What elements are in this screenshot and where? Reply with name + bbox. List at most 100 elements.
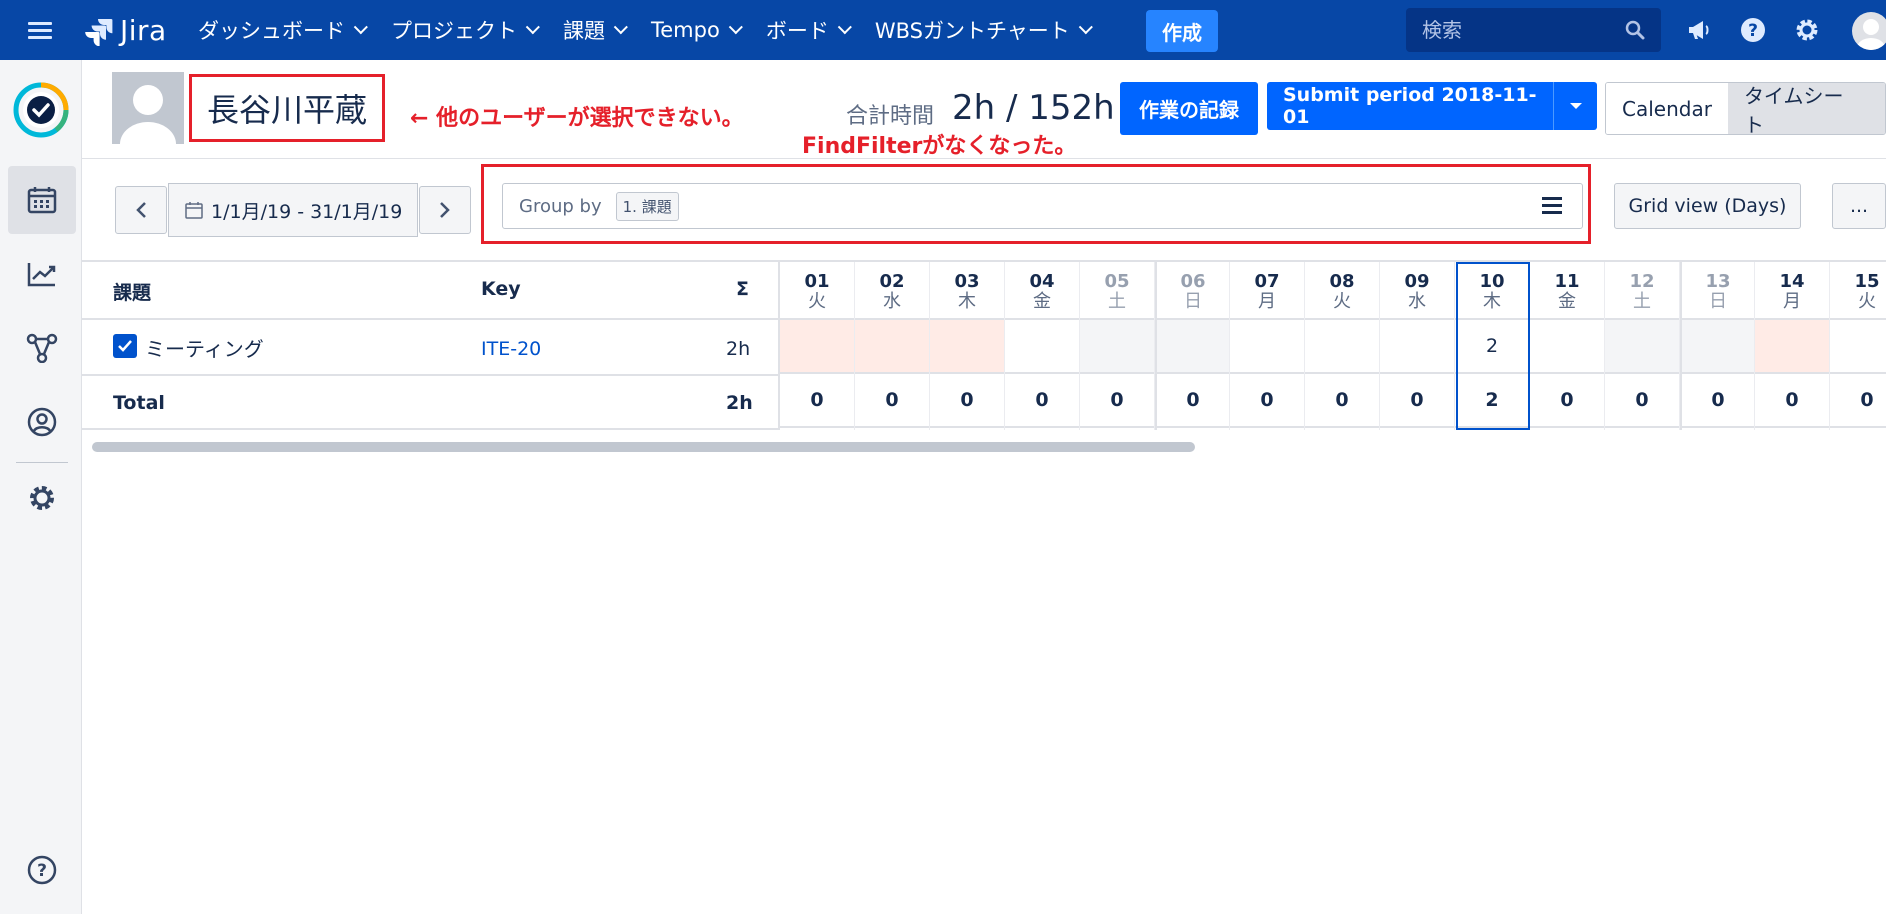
sidebar-item-timesheet[interactable] [8, 166, 76, 234]
create-button[interactable]: 作成 [1146, 10, 1218, 52]
help-icon[interactable]: ? [1739, 16, 1767, 44]
day-total: 0 [1305, 374, 1379, 428]
user-circle-icon [27, 407, 57, 437]
svg-text:?: ? [37, 861, 47, 881]
worklog-cell[interactable] [1230, 320, 1304, 374]
worklog-cell[interactable] [1830, 320, 1886, 374]
chevron-down-icon [613, 20, 628, 35]
worklog-cell[interactable] [1605, 320, 1679, 374]
megaphone-icon[interactable] [1685, 16, 1713, 44]
day-total: 0 [1380, 374, 1454, 428]
grid-view-button[interactable]: Grid view (Days) [1614, 183, 1801, 229]
row-divider [82, 318, 780, 320]
worklog-cell[interactable] [855, 320, 929, 374]
submit-dropdown-toggle[interactable] [1553, 82, 1597, 130]
day-weekday: 火 [1333, 291, 1351, 312]
worklog-cell[interactable] [1157, 320, 1229, 374]
worklog-cell[interactable] [1080, 320, 1154, 374]
day-weekday: 月 [1783, 291, 1801, 312]
settings-gear-icon[interactable] [1793, 16, 1821, 44]
menu-lines-icon[interactable] [1542, 197, 1562, 215]
day-weekday: 日 [1184, 291, 1202, 312]
nav-wbs-gantt[interactable]: WBSガントチャート [874, 15, 1093, 45]
sidebar-item-help[interactable]: ? [8, 836, 76, 904]
worklog-cell[interactable] [1682, 320, 1754, 374]
day-number: 13 [1705, 271, 1731, 292]
day-column: 10 木 2 2 [1455, 262, 1530, 430]
issue-key-link[interactable]: ITE-20 [481, 338, 541, 360]
sidebar-item-plans[interactable] [8, 314, 76, 382]
day-total: 0 [1605, 374, 1679, 428]
sidebar-separator [16, 462, 68, 463]
total-time-label: 合計時間 [846, 104, 935, 129]
day-number: 10 [1479, 271, 1505, 292]
view-timesheet-button[interactable]: タイムシート [1727, 83, 1885, 134]
day-header: 05 土 [1080, 262, 1154, 320]
day-column: 08 火 0 [1305, 262, 1380, 430]
group-by-tag[interactable]: 1. 課題 [615, 191, 679, 221]
submit-period-button[interactable]: Submit period 2018-11-01 [1267, 82, 1597, 130]
nav-dashboard[interactable]: ダッシュボード [198, 15, 368, 45]
prev-period-button[interactable] [115, 186, 167, 234]
day-weekday: 金 [1558, 291, 1576, 312]
issue-sum: 2h [726, 338, 751, 360]
day-weekday: 日 [1709, 291, 1727, 312]
column-header-issue[interactable]: 課題 [113, 278, 151, 305]
view-calendar-button[interactable]: Calendar [1606, 83, 1728, 134]
search-input[interactable] [1422, 18, 1622, 42]
column-header-sum[interactable]: Σ [736, 278, 749, 300]
nav-boards[interactable]: ボード [765, 15, 852, 45]
worklog-cell[interactable] [1530, 320, 1604, 374]
day-weekday: 水 [1408, 291, 1426, 312]
horizontal-scrollbar-thumb[interactable] [92, 442, 1195, 452]
sidebar-item-people[interactable] [8, 388, 76, 456]
date-range-text: 1/1月/19 - 31/1月/19 [211, 200, 403, 223]
nav-label: ボード [765, 19, 829, 43]
tempo-logo-icon[interactable] [13, 82, 69, 138]
issue-summary[interactable]: ミーティング [145, 333, 264, 362]
search-icon[interactable] [1625, 20, 1645, 40]
menu-icon[interactable] [28, 18, 52, 42]
check-icon [118, 340, 132, 352]
user-icon [1857, 19, 1885, 50]
nav-issues[interactable]: 課題 [563, 15, 628, 45]
worklog-cell[interactable] [930, 320, 1004, 374]
date-range-picker[interactable]: 1/1月/19 - 31/1月/19 [168, 183, 418, 237]
search-box[interactable] [1406, 8, 1661, 52]
nav-label: WBSガントチャート [874, 19, 1070, 43]
day-header: 08 火 [1305, 262, 1379, 320]
day-header: 15 火 [1830, 262, 1886, 320]
more-options-button[interactable]: ... [1832, 183, 1886, 229]
nav-tempo[interactable]: Tempo [651, 18, 743, 42]
worklog-cell[interactable] [1380, 320, 1454, 374]
nav-projects[interactable]: プロジェクト [391, 15, 540, 45]
profile-avatar[interactable] [1852, 12, 1886, 50]
user-name[interactable]: 長谷川平蔵 [207, 85, 367, 131]
day-number: 01 [804, 271, 830, 292]
log-work-button[interactable]: 作業の記録 [1120, 82, 1258, 135]
nav-menu: ダッシュボード プロジェクト 課題 Tempo ボード WBSガントチャート [198, 0, 1116, 60]
worklog-cell[interactable] [1005, 320, 1079, 374]
worklog-cell[interactable] [1755, 320, 1829, 374]
chevron-down-icon [728, 20, 743, 35]
day-weekday: 火 [1858, 291, 1876, 312]
group-by-field[interactable]: Group by 1. 課題 [502, 183, 1583, 229]
worklog-cell[interactable] [780, 320, 854, 374]
worklog-cell[interactable]: 2 [1455, 320, 1529, 374]
sidebar-item-reports[interactable] [8, 240, 76, 308]
tempo-sidebar: ? [0, 60, 82, 914]
nav-label: プロジェクト [391, 19, 517, 43]
logo-text: Jira [120, 14, 167, 47]
nav-label: ダッシュボード [198, 19, 345, 43]
day-total: 0 [855, 374, 929, 428]
day-column: 02 水 0 [855, 262, 930, 430]
jira-logo[interactable]: Jira [84, 14, 167, 47]
day-total: 0 [1755, 374, 1829, 428]
worklog-cell[interactable] [1305, 320, 1379, 374]
day-total: 0 [1530, 374, 1604, 428]
column-header-key[interactable]: Key [481, 278, 521, 300]
next-period-button[interactable] [419, 186, 471, 234]
day-column: 06 日 0 [1155, 262, 1230, 430]
issue-checkbox[interactable] [113, 334, 137, 358]
sidebar-item-settings[interactable] [8, 464, 76, 532]
